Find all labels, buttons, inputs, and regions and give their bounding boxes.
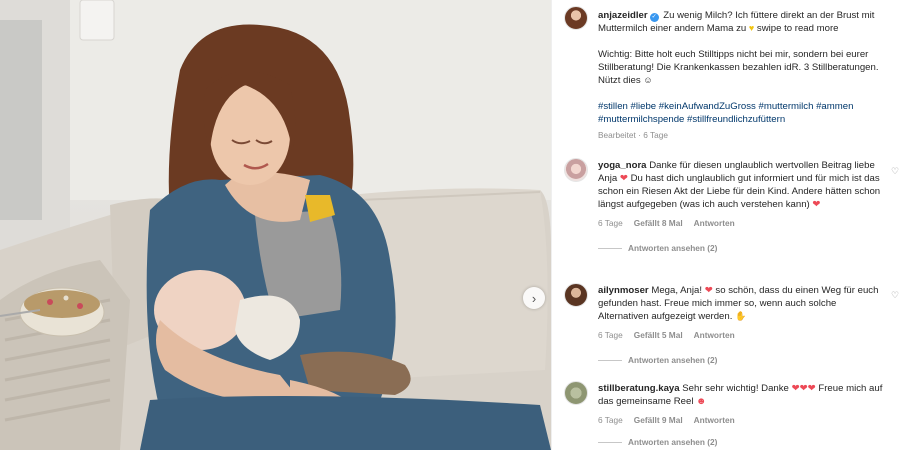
- smile-emoji-icon: ☺: [643, 75, 653, 85]
- heart-emoji-icon: ❤❤❤: [791, 383, 816, 394]
- view-replies-button[interactable]: Antworten ansehen (2): [598, 355, 883, 365]
- avatar[interactable]: [564, 381, 588, 405]
- divider: [598, 359, 622, 361]
- heart-emoji-icon: ❤: [812, 199, 821, 210]
- heart-eyes-emoji-icon: ☻: [696, 396, 707, 407]
- caption-swipe: swipe to read more: [756, 23, 839, 34]
- reply-button[interactable]: Antworten: [694, 218, 735, 228]
- comment-body-cont: Du hast dich unglaublich gut informiert …: [598, 173, 881, 210]
- comment-username[interactable]: stillberatung.kaya: [598, 383, 680, 394]
- heart-emoji-icon: ♥: [748, 23, 755, 33]
- comment-body: Sehr sehr wichtig! Danke: [682, 383, 789, 394]
- comment-age: 6 Tage: [598, 218, 623, 228]
- comment-username[interactable]: ailynmoser: [598, 285, 649, 296]
- comment-body: Mega, Anja!: [651, 285, 703, 296]
- hashtags[interactable]: #stillen #liebe #keinAufwandZuGross #mut…: [598, 100, 898, 126]
- comment-likes[interactable]: Gefällt 9 Mal: [634, 415, 683, 425]
- comment-item: ailynmoser Mega, Anja! ❤ so schön, dass …: [598, 284, 883, 365]
- comment-item: stillberatung.kaya Sehr sehr wichtig! Da…: [598, 382, 883, 447]
- comment-likes[interactable]: Gefällt 5 Mal: [634, 330, 683, 340]
- divider: [598, 247, 622, 249]
- avatar[interactable]: [564, 283, 588, 307]
- author-username[interactable]: anjazeidler: [598, 10, 648, 21]
- comment-text: ailynmoser Mega, Anja! ❤ so schön, dass …: [598, 284, 883, 323]
- clap-emoji-icon: ✋: [735, 311, 747, 321]
- view-replies-label: Antworten ansehen (2): [628, 355, 718, 365]
- comment-text: yoga_nora Danke für diesen unglaublich w…: [598, 159, 883, 211]
- heart-icon[interactable]: ♡: [890, 166, 900, 176]
- view-replies-button[interactable]: Antworten ansehen (2): [598, 437, 883, 447]
- comment-meta: 6 Tage Gefällt 8 Mal Antworten: [598, 218, 883, 228]
- photo-illustration: [0, 0, 551, 450]
- heart-emoji-icon: ❤: [619, 173, 628, 184]
- comment-age: 6 Tage: [598, 330, 623, 340]
- avatar[interactable]: [564, 6, 588, 30]
- view-replies-label: Antworten ansehen (2): [628, 437, 718, 447]
- caption-paragraph: Wichtig: Bitte holt euch Stilltipps nich…: [598, 48, 898, 87]
- comment-likes[interactable]: Gefällt 8 Mal: [634, 218, 683, 228]
- comment-item: yoga_nora Danke für diesen unglaublich w…: [598, 159, 883, 253]
- comments-panel: anjazeidler ✓ Zu wenig Milch? Ich füttere…: [551, 0, 900, 450]
- view-replies-label: Antworten ansehen (2): [628, 243, 718, 253]
- caption-paragraph-text: Wichtig: Bitte holt euch Stilltipps nich…: [598, 49, 879, 86]
- reply-button[interactable]: Antworten: [694, 330, 735, 340]
- view-replies-button[interactable]: Antworten ansehen (2): [598, 243, 883, 253]
- heart-icon[interactable]: ♡: [890, 290, 900, 300]
- divider: [598, 441, 622, 443]
- comment-meta: 6 Tage Gefällt 9 Mal Antworten: [598, 415, 883, 425]
- edited-meta: Bearbeitet · 6 Tage: [598, 130, 668, 140]
- post-photo[interactable]: ›: [0, 0, 551, 450]
- verified-badge-icon: ✓: [649, 13, 659, 22]
- reply-button[interactable]: Antworten: [694, 415, 735, 425]
- comment-username[interactable]: yoga_nora: [598, 160, 647, 171]
- comment-age: 6 Tage: [598, 415, 623, 425]
- avatar[interactable]: [564, 158, 588, 182]
- chevron-right-icon[interactable]: ›: [523, 287, 545, 309]
- post-caption: anjazeidler ✓ Zu wenig Milch? Ich füttere…: [598, 9, 898, 140]
- comment-meta: 6 Tage Gefällt 5 Mal Antworten: [598, 330, 883, 340]
- comment-text: stillberatung.kaya Sehr sehr wichtig! Da…: [598, 382, 883, 408]
- heart-emoji-icon: ❤: [704, 285, 713, 296]
